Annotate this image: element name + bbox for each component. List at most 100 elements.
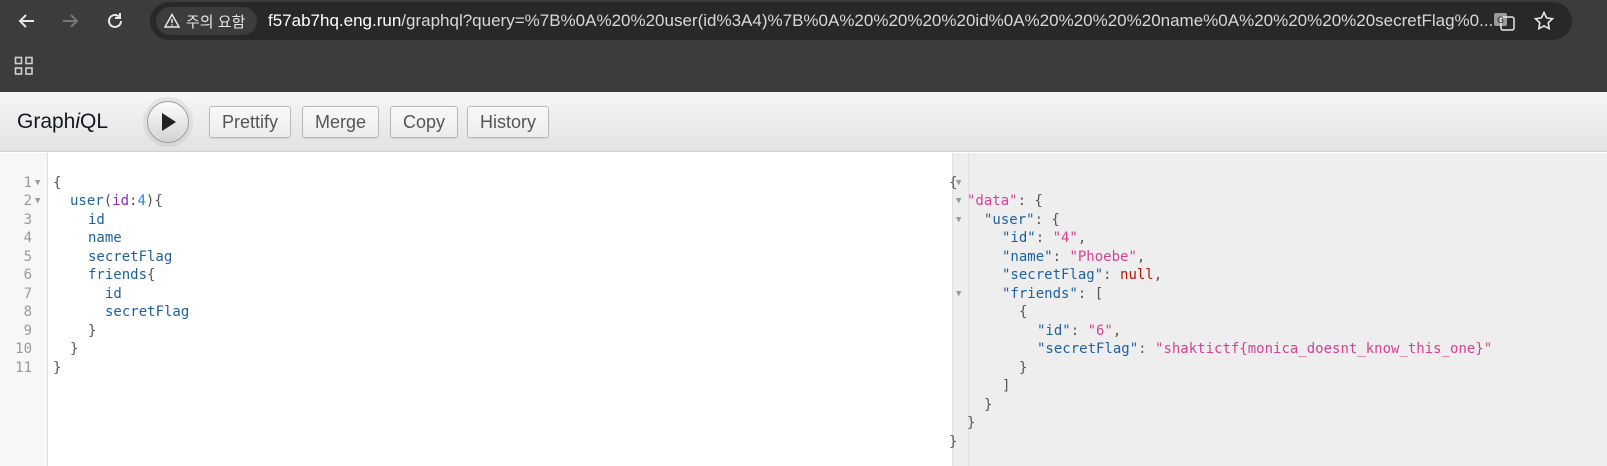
brace: {	[949, 175, 958, 191]
code-line: friends{	[88, 266, 155, 285]
field-id: id	[88, 212, 105, 228]
result-line: "id": "4",	[1002, 229, 1086, 248]
warning-icon	[164, 13, 180, 28]
result-line: "data": {	[967, 192, 1043, 211]
result-line: "id": "6",	[1037, 322, 1121, 341]
brace: }	[70, 341, 79, 357]
key-name: "name"	[1002, 249, 1053, 265]
value-id: "4"	[1052, 230, 1078, 246]
forward-button[interactable]	[55, 6, 85, 36]
brace: }	[1019, 360, 1028, 376]
browser-toolbar: 주의 요함 f57ab7hq.eng.run/graphql?query=%7B…	[0, 0, 1607, 42]
forward-arrow-icon	[63, 14, 79, 28]
fold-arrow-icon[interactable]: ▼	[956, 285, 966, 304]
brace: }	[53, 360, 62, 376]
line-number: 10	[15, 341, 32, 357]
field-friends: friends	[88, 267, 148, 283]
value-null: null	[1120, 267, 1154, 283]
line-number: 6	[23, 267, 32, 283]
comma: ,	[1153, 267, 1163, 283]
comma: ,	[1077, 230, 1087, 246]
security-chip[interactable]: 주의 요함	[156, 7, 258, 35]
reload-button[interactable]	[100, 6, 130, 36]
key-secretflag: "secretFlag"	[1002, 267, 1104, 283]
colon: :	[1103, 267, 1121, 283]
result-line: }	[984, 396, 992, 415]
brace: }	[88, 323, 97, 339]
argument-name: id	[112, 193, 130, 209]
graphiql-toolbar: GraphiQL Prettify Merge Copy History	[0, 92, 1607, 152]
colon: :	[1138, 341, 1156, 357]
prettify-button[interactable]: Prettify	[209, 106, 292, 138]
merge-button[interactable]: Merge	[302, 106, 380, 138]
brace: }	[967, 415, 976, 431]
colon-brace: : {	[1017, 193, 1043, 209]
url-path: /graphql?query=%7B%0A%20%20user(id%3A4)%…	[401, 11, 1494, 30]
fold-arrow-icon[interactable]: ▼	[35, 192, 45, 211]
code-line: }	[53, 359, 61, 378]
paren-brace: ){	[145, 193, 163, 209]
bookmark-star-button[interactable]	[1532, 9, 1556, 33]
line-number: 4	[23, 230, 32, 246]
line-number-gutter: 1 ▼ 2 ▼ 3 4 5 6 7 8 9 10 11	[0, 153, 48, 466]
colon: :	[1052, 249, 1070, 265]
key-data: "data"	[967, 193, 1018, 209]
line-number: 9	[23, 323, 32, 339]
brace: }	[949, 434, 958, 450]
play-icon	[162, 113, 176, 131]
key-user: "user"	[984, 212, 1035, 228]
bracket: ]	[1002, 378, 1011, 394]
logo-suffix: QL	[80, 110, 109, 133]
result-line: {	[949, 174, 957, 193]
value-flag: "shaktictf{monica_doesnt_know_this_one}"	[1155, 341, 1493, 357]
code-line: secretFlag	[105, 303, 189, 322]
colon-brace: : {	[1034, 212, 1060, 228]
code-line: {	[53, 174, 61, 193]
value-id: "6"	[1087, 323, 1113, 339]
line-number: 5	[23, 249, 32, 265]
brace: }	[984, 397, 993, 413]
line-number: 11	[15, 360, 32, 376]
code-line: user(id:4){	[70, 192, 163, 211]
apps-grid-icon	[14, 56, 33, 75]
comma: ,	[1136, 249, 1146, 265]
svg-text:G: G	[1497, 16, 1504, 26]
fold-arrow-icon[interactable]: ▼	[956, 192, 966, 211]
line-number: 7	[23, 286, 32, 302]
execute-query-button[interactable]	[147, 101, 189, 143]
fold-arrow-icon[interactable]: ▼	[956, 174, 966, 193]
code-line: }	[88, 322, 96, 341]
address-bar[interactable]: 주의 요함 f57ab7hq.eng.run/graphql?query=%7B…	[150, 2, 1572, 40]
comma: ,	[1112, 323, 1122, 339]
result-viewer[interactable]: ▼ ▼ ▼ ▼ { "data": { "user": { "id": "4",…	[949, 153, 1607, 466]
line-number: 3	[23, 212, 32, 228]
copy-button[interactable]: Copy	[390, 106, 459, 138]
colon: :	[1035, 230, 1053, 246]
star-icon	[1534, 11, 1554, 31]
back-button[interactable]	[12, 6, 42, 36]
reload-icon	[108, 13, 122, 28]
history-button[interactable]: History	[467, 106, 550, 138]
brace: {	[53, 175, 62, 191]
security-chip-label: 주의 요함	[186, 13, 246, 31]
url-text[interactable]: f57ab7hq.eng.run/graphql?query=%7B%0A%20…	[268, 2, 1498, 40]
code-line: id	[105, 285, 122, 304]
key-id: "id"	[1037, 323, 1071, 339]
result-line: }	[949, 433, 957, 452]
brace: {	[147, 267, 156, 283]
brace: {	[1019, 304, 1028, 320]
colon-bracket: : [	[1077, 286, 1104, 302]
result-line: ]	[1002, 377, 1010, 396]
fold-arrow-icon[interactable]: ▼	[956, 211, 966, 230]
result-line: "user": {	[984, 211, 1060, 230]
translate-button[interactable]: G	[1492, 9, 1516, 33]
fold-arrow-icon[interactable]: ▼	[35, 174, 45, 193]
result-line: {	[1019, 303, 1027, 322]
apps-button[interactable]	[14, 56, 34, 76]
url-host: f57ab7hq.eng.run	[268, 11, 402, 30]
code-line: id	[88, 211, 105, 230]
query-editor[interactable]: 1 ▼ 2 ▼ 3 4 5 6 7 8 9 10 11 { user(id:4)…	[0, 153, 952, 466]
value-name: "Phoebe"	[1069, 249, 1137, 265]
result-line: }	[1019, 359, 1027, 378]
key-id: "id"	[1002, 230, 1036, 246]
